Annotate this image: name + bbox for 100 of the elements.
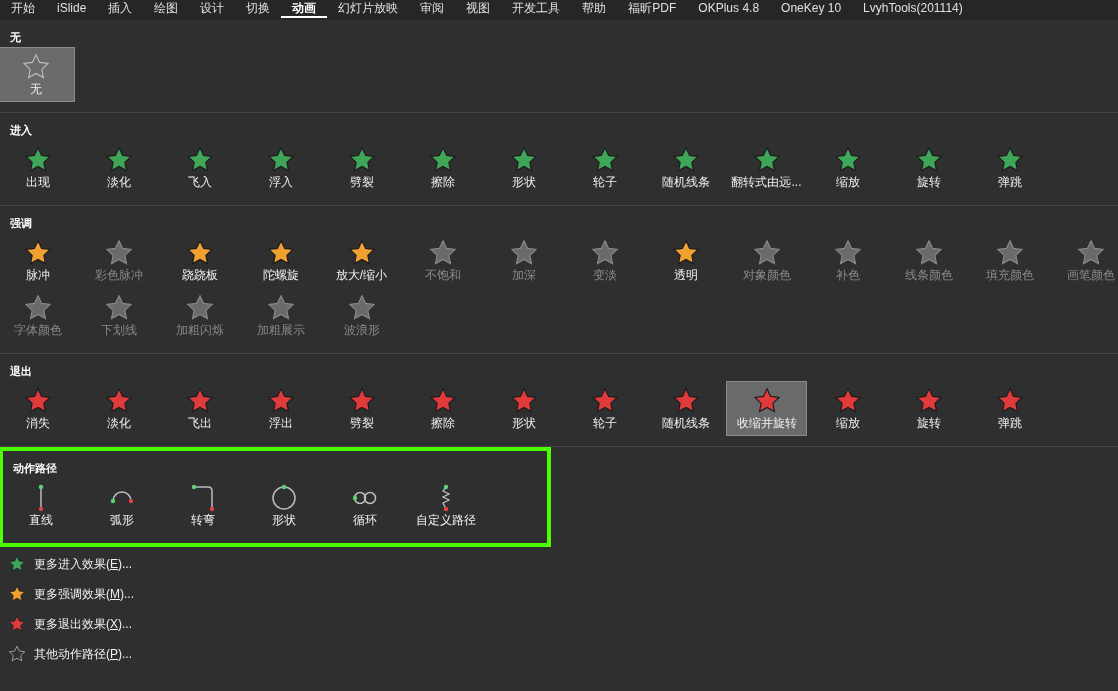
- effect-option[interactable]: 轮子: [564, 140, 645, 195]
- motion-path-icon: [271, 484, 296, 511]
- effect-option[interactable]: 跷跷板: [159, 233, 240, 288]
- effect-option[interactable]: 旋转: [888, 381, 969, 436]
- star-icon: [671, 386, 700, 415]
- section-title: 强调: [9, 216, 33, 230]
- star-icon: [347, 238, 376, 267]
- ribbon-tab[interactable]: 开发工具: [501, 0, 572, 16]
- menu-item[interactable]: 其他动作路径(P)...: [0, 639, 1118, 669]
- star-icon: [995, 386, 1024, 415]
- effect-option[interactable]: 浮出: [240, 381, 321, 436]
- section-title: 动作路径: [12, 461, 58, 475]
- ribbon-tab[interactable]: 幻灯片放映: [327, 0, 410, 16]
- effect-option[interactable]: 透明: [645, 233, 726, 288]
- star-icon: [8, 555, 26, 573]
- effect-option[interactable]: 转弯: [162, 478, 243, 533]
- effect-option[interactable]: 消失: [0, 381, 78, 436]
- star-icon: [266, 145, 295, 174]
- star-icon: [671, 145, 700, 174]
- star-icon: [185, 386, 214, 415]
- menu-item[interactable]: 更多进入效果(E)...: [0, 549, 1118, 579]
- effect-option[interactable]: 擦除: [402, 140, 483, 195]
- ribbon-tab[interactable]: 审阅: [409, 0, 456, 16]
- ribbon-tab[interactable]: OneKey 10: [770, 0, 853, 16]
- custom-path-icon: [441, 483, 450, 512]
- star-icon: [266, 386, 295, 415]
- effect-option[interactable]: 收缩并旋转: [726, 381, 807, 436]
- star-icon: [590, 238, 619, 267]
- effect-option[interactable]: 缩放: [807, 381, 888, 436]
- effect-option[interactable]: 劈裂: [321, 381, 402, 436]
- ribbon-tab[interactable]: 插入: [97, 0, 144, 16]
- star-icon: [347, 293, 376, 322]
- motion-path-icon: [190, 483, 215, 512]
- effect-option[interactable]: 翻转式由远...: [726, 140, 807, 195]
- section-title: 无: [9, 30, 22, 44]
- effect-option[interactable]: 出现: [0, 140, 78, 195]
- effect-option[interactable]: 飞出: [159, 381, 240, 436]
- star-icon: [8, 645, 26, 663]
- star-icon: [590, 145, 619, 174]
- ribbon-tab[interactable]: 开始: [0, 0, 46, 16]
- effect-option[interactable]: 飞入: [159, 140, 240, 195]
- ribbon-tab[interactable]: 设计: [189, 0, 236, 16]
- effect-option[interactable]: 淡化: [78, 140, 159, 195]
- menu-item[interactable]: 更多退出效果(X)...: [0, 609, 1118, 639]
- ribbon-tab[interactable]: 帮助: [571, 0, 618, 16]
- star-icon: [104, 145, 133, 174]
- effect-option[interactable]: 轮子: [564, 381, 645, 436]
- effect-option[interactable]: 弹跳: [969, 140, 1050, 195]
- ribbon-tab[interactable]: 切换: [235, 0, 282, 16]
- effect-option[interactable]: 劈裂: [321, 140, 402, 195]
- effect-option[interactable]: 脉冲: [0, 233, 78, 288]
- ribbon-tab[interactable]: 视图: [455, 0, 502, 16]
- motion-path-icon: [37, 483, 44, 512]
- star-icon: [509, 145, 538, 174]
- effect-option[interactable]: 陀螺旋: [240, 233, 321, 288]
- effect-option[interactable]: 自定义路径: [405, 478, 486, 533]
- section-title: 退出: [9, 364, 33, 378]
- effect-option[interactable]: 形状: [483, 381, 564, 436]
- star-icon: [23, 293, 52, 322]
- star-icon: [914, 238, 943, 267]
- star-icon: [995, 238, 1024, 267]
- star-icon: [833, 145, 862, 174]
- star-icon: [914, 145, 943, 174]
- effect-option[interactable]: 旋转: [888, 140, 969, 195]
- ribbon-tab[interactable]: 福昕PDF: [617, 0, 688, 16]
- star-icon: [914, 386, 943, 415]
- star-icon: [509, 386, 538, 415]
- ribbon-tab[interactable]: 绘图: [143, 0, 190, 16]
- effect-option[interactable]: 缩放: [807, 140, 888, 195]
- star-icon: [509, 238, 538, 267]
- star-icon: [8, 585, 26, 603]
- star-icon: [995, 145, 1024, 174]
- ribbon-tab[interactable]: LvyhTools(201114): [852, 0, 974, 16]
- star-icon: [185, 238, 214, 267]
- effect-option[interactable]: 循环: [324, 478, 405, 533]
- effect-option[interactable]: 弹跳: [969, 381, 1050, 436]
- effect-option[interactable]: 擦除: [402, 381, 483, 436]
- effect-option[interactable]: 随机线条: [645, 140, 726, 195]
- ribbon-tab[interactable]: 动画: [281, 0, 328, 18]
- effect-option[interactable]: 放大/缩小: [321, 233, 402, 288]
- effect-option[interactable]: 浮入: [240, 140, 321, 195]
- effect-option[interactable]: 形状: [243, 478, 324, 533]
- star-icon: [185, 293, 214, 322]
- effect-option[interactable]: 无: [0, 47, 75, 102]
- star-icon: [104, 386, 133, 415]
- effect-option[interactable]: 形状: [483, 140, 564, 195]
- effect-option[interactable]: 淡化: [78, 381, 159, 436]
- star-icon: [23, 238, 52, 267]
- ribbon-tab[interactable]: OKPlus 4.8: [687, 0, 771, 16]
- ribbon-tab[interactable]: iSlide: [46, 0, 98, 16]
- effect-option[interactable]: 弧形: [81, 478, 162, 533]
- star-icon: [833, 386, 862, 415]
- star-icon: [428, 145, 457, 174]
- effect-option[interactable]: 随机线条: [645, 381, 726, 436]
- star-icon: [23, 386, 52, 415]
- menu-item[interactable]: 更多强调效果(M)...: [0, 579, 1118, 609]
- star-icon: [8, 615, 26, 633]
- star-icon: [23, 145, 52, 174]
- effect-option[interactable]: 直线: [0, 478, 81, 533]
- star-icon: [833, 238, 862, 267]
